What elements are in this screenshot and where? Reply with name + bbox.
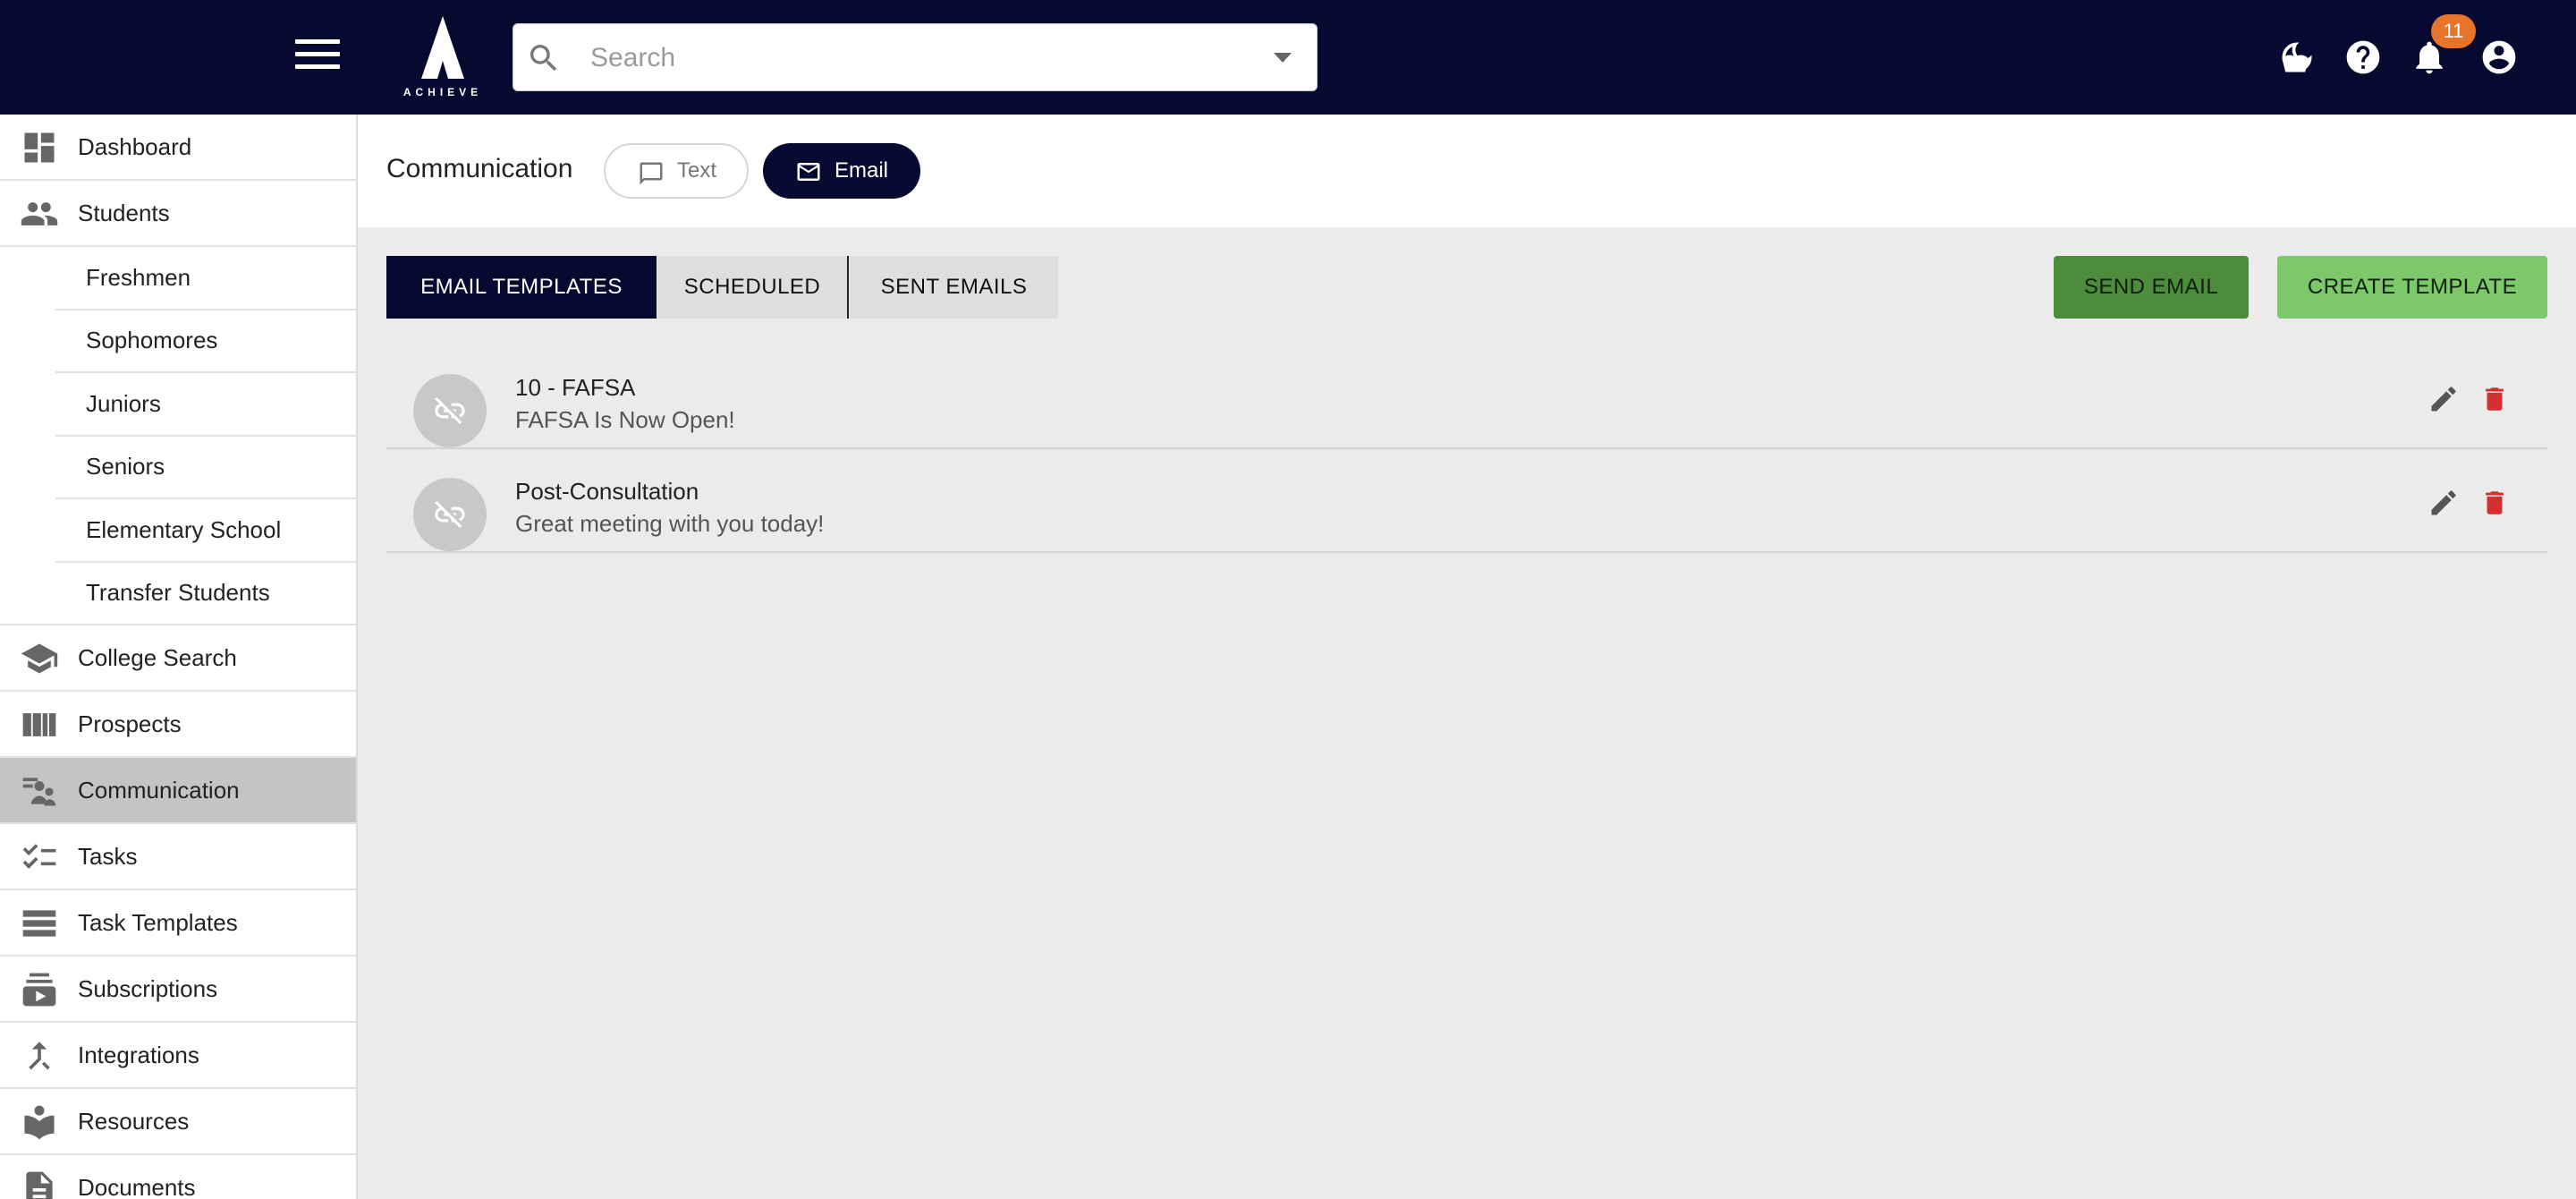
sidebar-item-students[interactable]: Students — [0, 181, 356, 247]
sidebar-item-documents[interactable]: Documents — [0, 1155, 356, 1199]
sidebar-item-prospects[interactable]: Prospects — [0, 692, 356, 758]
template-name: 10 - FAFSA — [515, 374, 636, 401]
notification-count-badge: 11 — [2431, 14, 2476, 48]
sidebar-subitem-label: Seniors — [86, 453, 165, 480]
template-subject: FAFSA Is Now Open! — [515, 406, 735, 433]
sidebar-subitem-juniors[interactable]: Juniors — [55, 373, 356, 437]
subscriptions-icon — [22, 973, 56, 1007]
school-icon — [21, 643, 58, 674]
list-icon — [22, 910, 56, 937]
link-off-icon — [413, 374, 487, 447]
sidebar-item-label: Students — [78, 199, 170, 226]
sidebar-item-dashboard[interactable]: Dashboard — [0, 115, 356, 181]
template-name: Post-Consultation — [515, 478, 699, 505]
sidebar-nav: Dashboard Students Freshmen Sophomores J… — [0, 115, 358, 1199]
sidebar-item-task-templates[interactable]: Task Templates — [0, 890, 356, 957]
sidebar-subitem-label: Elementary School — [86, 515, 282, 543]
page-title: Communication — [386, 154, 573, 183]
tab-sent-emails[interactable]: SENT EMAILS — [850, 256, 1058, 319]
search-input[interactable] — [590, 37, 1216, 80]
columns-icon — [22, 713, 56, 736]
logo-text: ACHIEVE — [402, 86, 483, 98]
email-mode-label: Email — [835, 158, 889, 183]
sidebar-item-label: Prospects — [78, 710, 182, 737]
tab-email-templates[interactable]: EMAIL TEMPLATES — [386, 256, 657, 319]
book-icon — [24, 1105, 55, 1140]
dashboard-icon — [24, 132, 55, 163]
menu-icon[interactable] — [295, 39, 340, 75]
search-bar[interactable] — [513, 23, 1318, 91]
list-item[interactable]: Post-Consultation Great meeting with you… — [386, 451, 2547, 553]
checklist-icon — [22, 844, 56, 869]
delete-icon[interactable] — [2479, 487, 2510, 519]
sidebar-item-label: Documents — [78, 1173, 196, 1199]
sidebar-item-label: Resources — [78, 1107, 190, 1135]
sidebar-subitem-freshmen[interactable]: Freshmen — [55, 247, 356, 310]
sidebar-item-label: Subscriptions — [78, 974, 218, 1002]
page-header: Communication Text Email — [358, 115, 2576, 227]
template-subject: Great meeting with you today! — [515, 510, 825, 537]
sidebar-item-resources[interactable]: Resources — [0, 1089, 356, 1155]
people-icon — [21, 202, 58, 225]
sidebar-item-communication[interactable]: Communication — [0, 758, 356, 824]
sidebar-subitem-elementary-school[interactable]: Elementary School — [55, 499, 356, 563]
sidebar-item-integrations[interactable]: Integrations — [0, 1023, 356, 1089]
dark-mode-icon[interactable] — [2277, 38, 2317, 77]
sidebar-item-tasks[interactable]: Tasks — [0, 824, 356, 890]
sidebar-item-label: College Search — [78, 643, 237, 671]
achieve-logo[interactable]: ACHIEVE — [398, 14, 487, 100]
sidebar-item-label: Tasks — [78, 842, 138, 870]
text-mode-label: Text — [677, 158, 717, 183]
search-icon — [530, 45, 557, 72]
text-mode-toggle[interactable]: Text — [604, 143, 749, 199]
help-icon[interactable] — [2343, 38, 2383, 77]
edit-icon[interactable] — [2428, 383, 2460, 415]
tab-scheduled[interactable]: SCHEDULED — [657, 256, 849, 319]
sidebar-subitem-label: Juniors — [86, 389, 161, 417]
communication-icon — [22, 778, 56, 806]
sidebar-item-subscriptions[interactable]: Subscriptions — [0, 957, 356, 1023]
sidebar-item-label: Task Templates — [78, 908, 238, 936]
sidebar-item-label: Integrations — [78, 1041, 199, 1068]
account-icon[interactable] — [2479, 38, 2519, 77]
document-icon — [26, 1171, 53, 1199]
sidebar-subitem-label: Sophomores — [86, 327, 218, 354]
mail-icon — [797, 163, 820, 181]
create-template-button[interactable]: CREATE TEMPLATE — [2277, 256, 2547, 319]
sidebar-item-label: Dashboard — [78, 132, 192, 160]
sidebar-subitem-label: Transfer Students — [86, 579, 270, 607]
merge-icon — [29, 1042, 50, 1070]
dropdown-caret-icon[interactable] — [1274, 53, 1292, 63]
sidebar-subitem-transfer-students[interactable]: Transfer Students — [0, 563, 356, 625]
sidebar-subitem-sophomores[interactable]: Sophomores — [55, 310, 356, 373]
link-off-icon — [413, 478, 487, 551]
top-app-bar: ACHIEVE 11 — [0, 0, 2576, 115]
sidebar-item-label: Communication — [78, 776, 240, 804]
delete-icon[interactable] — [2479, 383, 2510, 415]
chat-bubble-icon — [640, 162, 663, 185]
email-mode-toggle[interactable]: Email — [763, 143, 920, 199]
sidebar-subitem-seniors[interactable]: Seniors — [55, 437, 356, 499]
edit-icon[interactable] — [2428, 487, 2460, 519]
sidebar-item-college-search[interactable]: College Search — [0, 625, 356, 692]
list-item[interactable]: 10 - FAFSA FAFSA Is Now Open! — [386, 347, 2547, 449]
send-email-button[interactable]: SEND EMAIL — [2054, 256, 2249, 319]
sidebar-subitem-label: Freshmen — [86, 263, 191, 291]
